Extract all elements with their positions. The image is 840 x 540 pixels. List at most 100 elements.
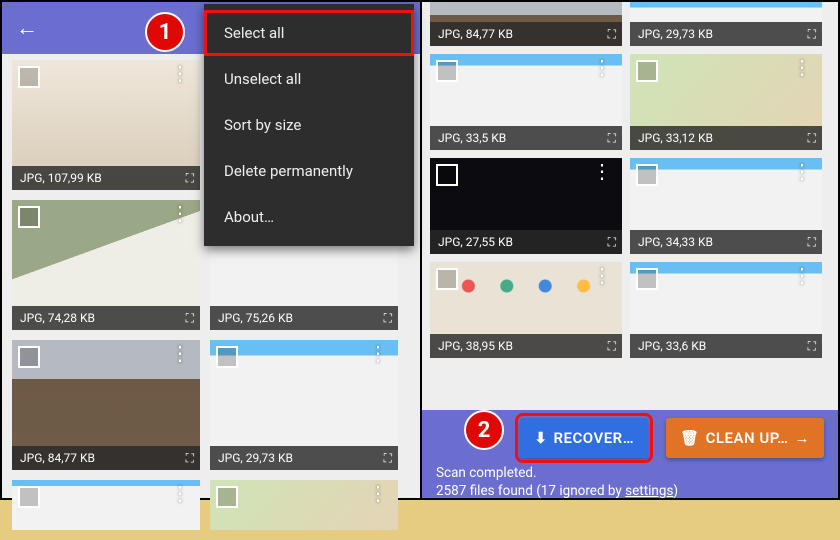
photo-tile[interactable]: ⋮ JPG, 107,99 KB ⛶ xyxy=(12,60,200,190)
cleanup-button[interactable]: 🗑 CLEAN UP… → xyxy=(666,418,824,458)
file-info: JPG, 27,55 KB xyxy=(438,235,513,249)
select-checkbox[interactable] xyxy=(436,60,458,82)
more-icon[interactable]: ⋮ xyxy=(792,166,812,176)
more-icon[interactable]: ⋮ xyxy=(170,348,190,358)
photo-tile[interactable]: ⋮ JPG, 38,95 KB ⛶ xyxy=(430,262,622,358)
photo-tile[interactable]: JPG, 29,73 KB ⛶ xyxy=(630,2,822,46)
status-line1: Scan completed. xyxy=(436,464,824,482)
arrow-right-icon: → xyxy=(795,429,811,447)
tile-info-bar: JPG, 29,73 KB ⛶ xyxy=(210,446,398,470)
status-text: Scan completed. 2587 files found (17 ign… xyxy=(436,464,824,500)
tile-info-bar: JPG, 84,77 KB ⛶ xyxy=(430,22,622,46)
settings-link[interactable]: settings xyxy=(625,483,673,499)
menu-sort-by-size[interactable]: Sort by size xyxy=(204,102,414,148)
tile-info-bar: JPG, 29,73 KB ⛶ xyxy=(630,22,822,46)
tile-info-bar: JPG, 84,77 KB ⛶ xyxy=(12,446,200,470)
photo-tile[interactable]: ⋮ JPG, 84,77 KB ⛶ xyxy=(12,340,200,470)
more-icon[interactable]: ⋮ xyxy=(792,270,812,280)
status-line2: 2587 files found (17 ignored by settings… xyxy=(436,482,824,500)
right-screen: JPG, 84,77 KB ⛶ JPG, 29,73 KB ⛶ ⋮ JPG, 3… xyxy=(420,2,838,498)
expand-icon[interactable]: ⛶ xyxy=(808,27,814,42)
expand-icon[interactable]: ⛶ xyxy=(608,27,614,42)
overflow-menu: Select all Unselect all Sort by size Del… xyxy=(204,4,414,246)
photo-tile[interactable]: ⋮ JPG, 33,5 KB ⛶ xyxy=(430,54,622,150)
expand-icon[interactable]: ⛶ xyxy=(186,311,192,326)
thumbnail-grid-right: JPG, 84,77 KB ⛶ JPG, 29,73 KB ⛶ ⋮ JPG, 3… xyxy=(422,2,838,358)
menu-unselect-all[interactable]: Unselect all xyxy=(204,56,414,102)
select-checkbox[interactable] xyxy=(436,164,458,186)
file-info: JPG, 33,5 KB xyxy=(438,131,506,145)
photo-tile[interactable]: ⋮ xyxy=(210,480,398,530)
tile-info-bar: JPG, 34,33 KB ⛶ xyxy=(630,230,822,254)
expand-icon[interactable]: ⛶ xyxy=(186,171,192,186)
select-checkbox[interactable] xyxy=(216,346,238,368)
photo-tile[interactable]: ⋮ JPG, 27,55 KB ⛶ xyxy=(430,158,622,254)
expand-icon[interactable]: ⛶ xyxy=(608,339,614,354)
expand-icon[interactable]: ⛶ xyxy=(186,451,192,466)
expand-icon[interactable]: ⛶ xyxy=(808,131,814,146)
file-info: JPG, 33,12 KB xyxy=(638,131,713,145)
tile-info-bar: JPG, 38,95 KB ⛶ xyxy=(430,334,622,358)
expand-icon[interactable]: ⛶ xyxy=(808,235,814,250)
expand-icon[interactable]: ⛶ xyxy=(384,311,390,326)
more-icon[interactable]: ⋮ xyxy=(592,62,612,72)
tile-info-bar: JPG, 27,55 KB ⛶ xyxy=(430,230,622,254)
file-info: JPG, 29,73 KB xyxy=(638,27,713,41)
trash-icon: 🗑 xyxy=(680,429,700,447)
more-icon[interactable]: ⋮ xyxy=(592,270,612,280)
menu-about[interactable]: About… xyxy=(204,194,414,240)
more-icon[interactable]: ⋮ xyxy=(592,166,612,176)
photo-tile[interactable]: ⋮ xyxy=(12,480,200,530)
more-icon[interactable]: ⋮ xyxy=(170,488,190,498)
tile-info-bar: JPG, 74,28 KB ⛶ xyxy=(12,306,200,330)
select-checkbox[interactable] xyxy=(216,486,238,508)
more-icon[interactable]: ⋮ xyxy=(368,488,388,498)
file-info: JPG, 84,77 KB xyxy=(20,451,95,465)
menu-delete-permanently[interactable]: Delete permanently xyxy=(204,148,414,194)
expand-icon[interactable]: ⛶ xyxy=(384,451,390,466)
photo-tile[interactable]: ⋮ JPG, 34,33 KB ⛶ xyxy=(630,158,822,254)
annotation-step-1: 1 xyxy=(145,12,185,52)
select-checkbox[interactable] xyxy=(18,66,40,88)
file-info: JPG, 38,95 KB xyxy=(438,339,513,353)
cleanup-label: CLEAN UP… xyxy=(706,429,789,447)
tile-info-bar: JPG, 33,12 KB ⛶ xyxy=(630,126,822,150)
file-info: JPG, 33,6 KB xyxy=(638,339,706,353)
select-checkbox[interactable] xyxy=(436,268,458,290)
file-info: JPG, 84,77 KB xyxy=(438,27,513,41)
annotation-step-2: 2 xyxy=(464,410,504,450)
tile-info-bar: JPG, 33,6 KB ⛶ xyxy=(630,334,822,358)
photo-tile[interactable]: ⋮ JPG, 33,6 KB ⛶ xyxy=(630,262,822,358)
more-icon[interactable]: ⋮ xyxy=(170,68,190,78)
left-screen: ← ⋮ JPG, 107,99 KB ⛶ ⋮ JPG, 74,28 KB xyxy=(2,2,420,498)
tile-info-bar: JPG, 33,5 KB ⛶ xyxy=(430,126,622,150)
select-checkbox[interactable] xyxy=(636,268,658,290)
file-info: JPG, 34,33 KB xyxy=(638,235,713,249)
more-icon[interactable]: ⋮ xyxy=(792,62,812,72)
expand-icon[interactable]: ⛶ xyxy=(608,131,614,146)
select-checkbox[interactable] xyxy=(18,486,40,508)
file-info: JPG, 29,73 KB xyxy=(218,451,293,465)
photo-tile[interactable]: ⋮ JPG, 33,12 KB ⛶ xyxy=(630,54,822,150)
tile-info-bar: JPG, 107,99 KB ⛶ xyxy=(12,166,200,190)
select-checkbox[interactable] xyxy=(18,206,40,228)
select-checkbox[interactable] xyxy=(636,164,658,186)
menu-select-all[interactable]: Select all xyxy=(204,10,414,56)
recover-label: RECOVER… xyxy=(553,429,634,447)
photo-tile[interactable]: ⋮ JPG, 74,28 KB ⛶ xyxy=(12,200,200,330)
file-info: JPG, 74,28 KB xyxy=(20,311,95,325)
photo-tile[interactable]: JPG, 84,77 KB ⛶ xyxy=(430,2,622,46)
expand-icon[interactable]: ⛶ xyxy=(808,339,814,354)
download-icon: ⬇ xyxy=(534,429,547,447)
select-checkbox[interactable] xyxy=(636,60,658,82)
file-info: JPG, 107,99 KB xyxy=(20,171,102,185)
more-icon[interactable]: ⋮ xyxy=(368,348,388,358)
tile-info-bar: JPG, 75,26 KB ⛶ xyxy=(210,306,398,330)
recover-button[interactable]: ⬇ RECOVER… xyxy=(520,418,648,458)
back-icon[interactable]: ← xyxy=(16,15,38,41)
photo-tile[interactable]: ⋮ JPG, 29,73 KB ⛶ xyxy=(210,340,398,470)
expand-icon[interactable]: ⛶ xyxy=(608,235,614,250)
select-checkbox[interactable] xyxy=(18,346,40,368)
more-icon[interactable]: ⋮ xyxy=(170,208,190,218)
file-info: JPG, 75,26 KB xyxy=(218,311,293,325)
